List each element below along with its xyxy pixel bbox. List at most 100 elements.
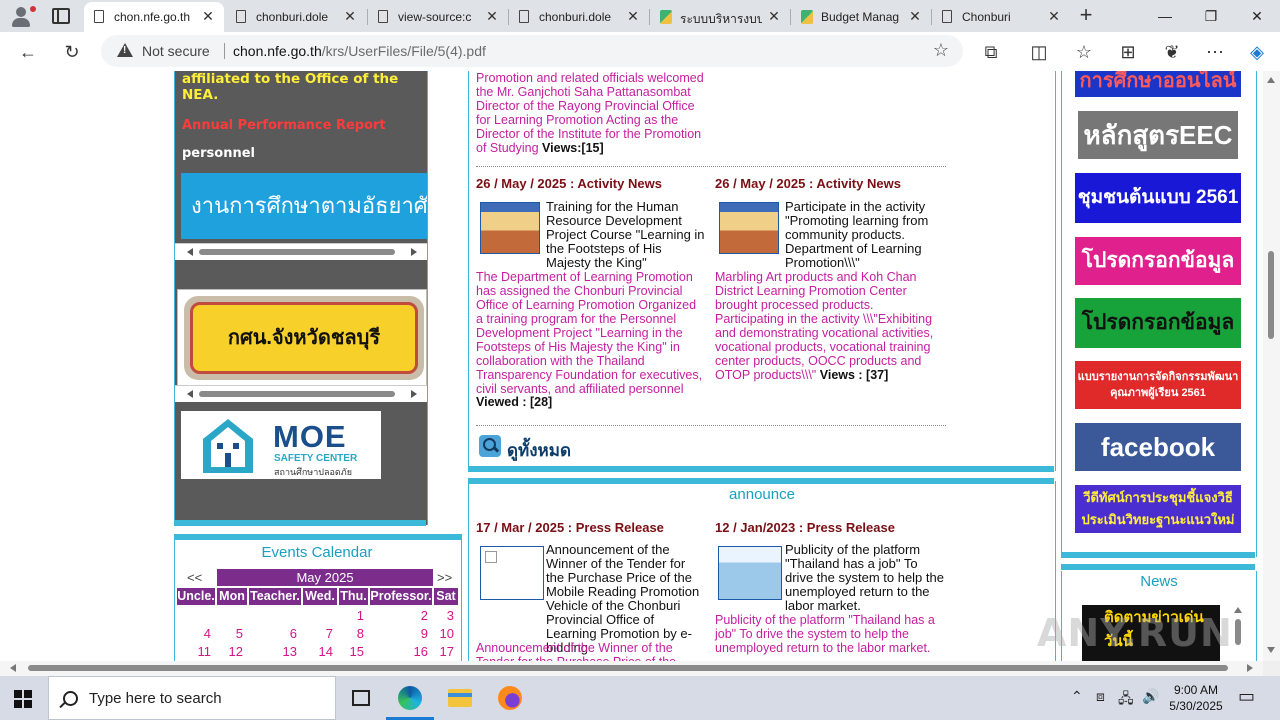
calendar-day[interactable]: 16 (402, 644, 428, 659)
scroll-thumb[interactable] (28, 665, 1228, 671)
calendar-day[interactable]: 11 (185, 644, 212, 659)
news-thumbnail[interactable] (719, 202, 779, 254)
kson-banner[interactable]: กศน.จังหวัดชลบุรี (184, 296, 424, 380)
banner-scrollbar[interactable] (175, 243, 427, 260)
tab-chonburi-dole[interactable]: chonburi.dole ✕ (226, 2, 366, 32)
close-icon[interactable]: ✕ (625, 8, 641, 24)
close-icon[interactable]: ✕ (1046, 8, 1062, 24)
annual-report-link[interactable]: Annual Performance Report (182, 118, 386, 133)
news-title-link[interactable]: Training for the Human Resource Developm… (546, 200, 706, 270)
taskbar-search-box[interactable]: Type here to search (48, 676, 336, 720)
minimize-icon[interactable]: — (1142, 0, 1188, 32)
nfe-banner[interactable]: งานการศึกษาตามอัธยาศัย (181, 173, 427, 239)
file-explorer-icon[interactable] (436, 676, 484, 720)
more-menu-icon[interactable]: ⋯ (1200, 37, 1230, 67)
tray-overflow-icon[interactable]: ⌃ (1071, 688, 1083, 705)
tab-chon-nfe[interactable]: chon.nfe.go.th ✕ (84, 2, 224, 32)
scroll-up-icon[interactable] (1267, 77, 1275, 83)
news-title-link[interactable]: Participate in the activity "Promoting l… (785, 200, 947, 270)
eec-course-banner[interactable]: หลักสูตรEEC (1078, 111, 1238, 159)
moe-safety-logo[interactable]: MOE SAFETY CENTER สถานศึกษาปลอดภัย (181, 411, 381, 479)
favorites-icon[interactable]: ☆ (1069, 37, 1099, 67)
tab-budget-thai[interactable]: ระบบบริหารงบป ✕ (650, 2, 790, 32)
calendar-day[interactable]: 8 (338, 626, 364, 641)
tab-budget-manag[interactable]: Budget Manag ✕ (791, 2, 931, 32)
refresh-icon[interactable]: ↻ (57, 37, 87, 67)
calendar-day[interactable]: 13 (271, 644, 297, 659)
facebook-banner[interactable]: facebook (1075, 423, 1241, 471)
calendar-day[interactable]: 17 (428, 644, 454, 659)
volume-icon[interactable]: 🔊 (1142, 688, 1159, 705)
scroll-left-icon[interactable] (187, 390, 193, 398)
extensions-icon[interactable]: ⧉ (976, 37, 1006, 67)
scroll-thumb[interactable] (199, 249, 395, 255)
calendar-day[interactable]: 2 (402, 608, 428, 623)
tab-view-source[interactable]: view-source:c ✕ (368, 2, 508, 32)
profile-icon[interactable] (8, 4, 36, 28)
performance-icon[interactable]: ❦ (1157, 37, 1187, 67)
news-thumbnail[interactable] (480, 202, 540, 254)
scroll-left-icon[interactable] (10, 664, 16, 672)
fill-info-banner-green[interactable]: โปรดกรอกข้อมูล (1075, 298, 1241, 348)
new-tab-icon[interactable]: + (1074, 4, 1098, 28)
kson-scrollbar[interactable] (175, 385, 427, 402)
tab-chonburi[interactable]: Chonburi ✕ (932, 2, 1070, 32)
close-icon[interactable]: ✕ (766, 8, 782, 24)
warning-icon[interactable] (117, 43, 133, 57)
back-icon[interactable]: ← (13, 37, 43, 67)
calendar-next-button[interactable]: >> (437, 570, 452, 585)
press-title-link[interactable]: Announcement of the Winner of the Tender… (546, 543, 706, 655)
favorite-star-icon[interactable]: ☆ (933, 40, 949, 61)
calendar-day[interactable]: 7 (307, 626, 333, 641)
tab-actions-icon[interactable] (52, 8, 70, 24)
meeting-video-banner[interactable]: วีดีทัศน์การประชุมชี้แจงวิธีประเมินวิทยะ… (1075, 485, 1241, 533)
task-view-icon[interactable] (336, 676, 384, 720)
calendar-day[interactable]: 15 (338, 644, 364, 659)
press-thumbnail[interactable] (480, 546, 544, 600)
tab-chonburi-dole-2[interactable]: chonburi.dole ✕ (509, 2, 649, 32)
scroll-thumb[interactable] (1235, 619, 1241, 645)
scroll-thumb[interactable] (1268, 251, 1274, 339)
calendar-day[interactable]: 10 (428, 626, 454, 641)
scroll-right-icon[interactable] (411, 390, 417, 398)
network-icon[interactable]: 🖧 (1118, 688, 1134, 712)
page-horizontal-scrollbar[interactable] (0, 661, 1263, 676)
address-bar[interactable]: Not secure chon.nfe.go.th/krs/UserFiles/… (101, 35, 963, 67)
close-window-icon[interactable]: ✕ (1234, 0, 1280, 32)
network-drive-icon[interactable]: ⧈ (1096, 688, 1105, 705)
close-icon[interactable]: ✕ (200, 8, 216, 24)
scroll-left-icon[interactable] (187, 248, 193, 256)
calendar-day[interactable]: 3 (428, 608, 454, 623)
page-vertical-scrollbar[interactable] (1263, 71, 1280, 661)
scroll-down-icon[interactable] (1267, 647, 1275, 653)
close-icon[interactable]: ✕ (484, 8, 500, 24)
calendar-day[interactable]: 12 (217, 644, 243, 659)
calendar-day[interactable]: 1 (338, 608, 364, 623)
restore-icon[interactable]: ❐ (1188, 0, 1234, 32)
edge-icon[interactable] (386, 676, 434, 720)
close-icon[interactable]: ✕ (907, 8, 923, 24)
scroll-right-icon[interactable] (411, 248, 417, 256)
fill-info-banner-pink[interactable]: โปรดกรอกข้อมูล (1075, 237, 1241, 285)
news-box-scrollbar[interactable] (1233, 607, 1243, 659)
student-quality-report-banner[interactable]: แบบรายงานการจัดกิจกรรมพัฒนาคุณภาพผู้เรีย… (1075, 361, 1241, 409)
calendar-day[interactable]: 9 (402, 626, 428, 641)
press-thumbnail[interactable] (718, 546, 782, 600)
taskbar-clock[interactable]: 9:00 AM 5/30/2025 (1163, 682, 1229, 714)
personnel-link[interactable]: personnel (182, 146, 255, 161)
calendar-day[interactable]: 5 (217, 626, 243, 641)
scroll-thumb[interactable] (199, 391, 395, 397)
split-screen-icon[interactable]: ◫ (1024, 37, 1054, 67)
calendar-day[interactable]: 14 (307, 644, 333, 659)
collections-icon[interactable]: ⊞ (1113, 37, 1143, 67)
windows-start-icon[interactable] (14, 690, 32, 708)
press-title-link[interactable]: Publicity of the platform "Thailand has … (785, 543, 947, 613)
calendar-prev-button[interactable]: << (187, 570, 202, 585)
firefox-icon[interactable] (486, 676, 534, 720)
scroll-right-icon[interactable] (1247, 664, 1253, 672)
security-label[interactable]: Not secure (142, 43, 210, 59)
scroll-up-icon[interactable] (1234, 607, 1242, 613)
url-text[interactable]: chon.nfe.go.th/krs/UserFiles/File/5(4).p… (233, 43, 486, 59)
close-icon[interactable]: ✕ (342, 8, 358, 24)
model-community-banner[interactable]: ชุมชนต้นแบบ 2561 (1075, 173, 1241, 223)
